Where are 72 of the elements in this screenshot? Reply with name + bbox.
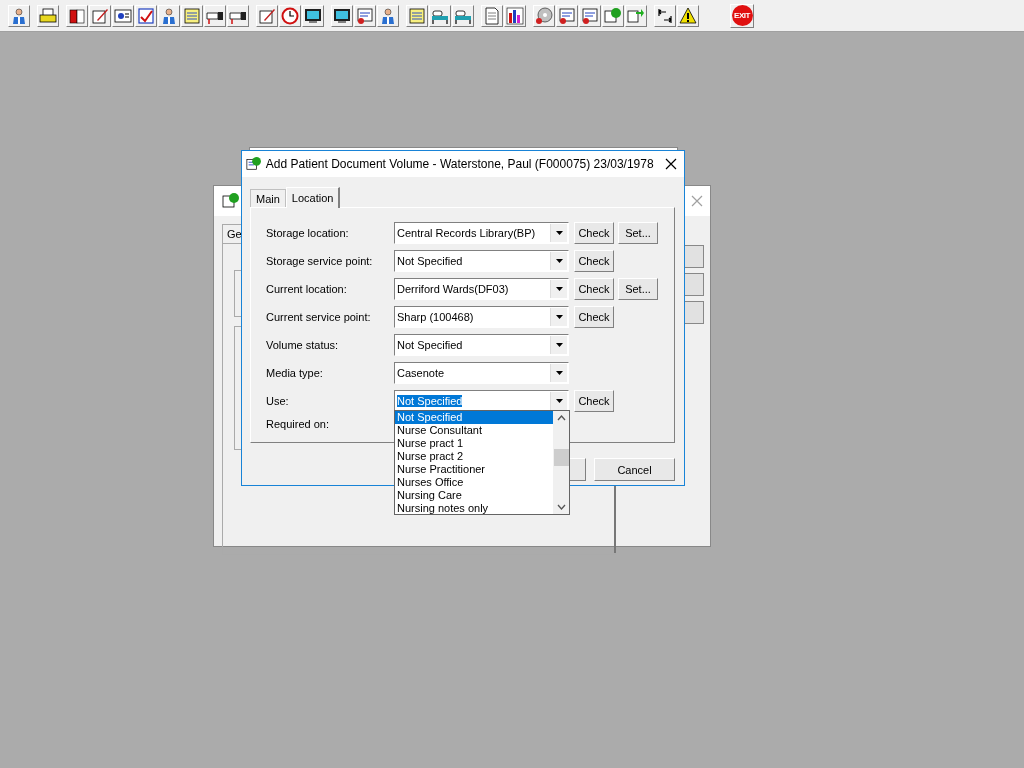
tab[interactable]: Location <box>285 187 341 208</box>
dialog-button[interactable]: Check <box>574 390 614 412</box>
toolbar-button[interactable] <box>66 4 88 27</box>
app-icon <box>246 155 262 173</box>
checklist-icon <box>137 6 155 25</box>
list-item[interactable]: Nurses Office <box>395 476 553 489</box>
field-label: Storage location: <box>266 227 350 239</box>
monitor-icon <box>304 6 322 25</box>
list-item[interactable]: Nursing Care <box>395 489 553 502</box>
field-label: Use: <box>266 395 290 407</box>
field-label: Current service point: <box>266 311 372 323</box>
list-item[interactable]: Nurse Consultant <box>395 424 553 437</box>
note-icon <box>183 6 201 25</box>
scroll-up-icon[interactable] <box>556 415 566 421</box>
toolbar-button[interactable] <box>677 4 699 27</box>
pen-icon <box>258 6 276 25</box>
combo-box[interactable]: Derriford Wards(DF03) <box>394 278 569 300</box>
form-icon <box>558 6 576 25</box>
field-label: Required on: <box>266 418 330 430</box>
document-icon <box>483 6 501 25</box>
scrollbar[interactable] <box>553 411 569 514</box>
list-item[interactable]: Nurse pract 2 <box>395 450 553 463</box>
exit-button[interactable]: EXIT <box>730 3 754 28</box>
list-item[interactable]: Nurse pract 1 <box>395 437 553 450</box>
pen-icon <box>91 6 109 25</box>
toolbar-button[interactable] <box>302 4 324 27</box>
list-item[interactable]: Nursing notes only <box>395 502 553 515</box>
scroll-down-icon[interactable] <box>556 504 566 510</box>
scrollbar-thumb[interactable] <box>553 449 569 466</box>
combo-box[interactable]: Casenote <box>394 362 569 384</box>
toolbar-button[interactable] <box>112 4 134 27</box>
combo-box[interactable]: Not Specified <box>394 250 569 272</box>
dialog-button[interactable]: Cancel <box>594 458 675 481</box>
app-icon <box>222 192 240 210</box>
combo-box[interactable]: Sharp (100468) <box>394 306 569 328</box>
list-item[interactable]: Not Specified <box>395 411 553 424</box>
dialog-button[interactable]: Set... <box>618 222 658 244</box>
disc-icon <box>535 6 553 25</box>
dialog-button[interactable]: Check <box>574 222 614 244</box>
card-icon <box>114 6 132 25</box>
combo-box[interactable]: Not Specified <box>394 334 569 356</box>
toolbar-button[interactable] <box>504 4 526 27</box>
field-label: Storage service point: <box>266 255 374 267</box>
combo-box[interactable]: Central Records Library(BP) <box>394 222 569 244</box>
clock-icon <box>281 6 299 25</box>
toolbar-button[interactable] <box>429 4 451 27</box>
book-icon <box>68 6 86 25</box>
form-icon <box>581 6 599 25</box>
dialog-button[interactable]: Set... <box>618 278 658 300</box>
printer-icon <box>39 6 57 25</box>
combo-box[interactable]: Not Specified <box>394 390 569 412</box>
dialog-button[interactable]: Check <box>574 250 614 272</box>
field-label: Volume status: <box>266 339 340 351</box>
list-item[interactable]: Nurse Practitioner <box>395 463 553 476</box>
field-label: Current location: <box>266 283 348 295</box>
warning-icon <box>679 6 697 25</box>
dialog-button[interactable]: Check <box>574 278 614 300</box>
toolbar-button[interactable] <box>452 4 474 27</box>
monitor-icon <box>333 6 351 25</box>
window-title: Add Patient Document Volume - Waterstone, Paul (F000075) 23/03/1978 <box>265 157 654 171</box>
person-icon <box>379 6 397 25</box>
tab[interactable]: Main <box>250 189 286 207</box>
close-icon <box>691 195 703 207</box>
bar-chart-icon <box>506 6 524 25</box>
close-icon <box>664 158 677 170</box>
dialog-button[interactable]: Check <box>574 306 614 328</box>
form-icon <box>356 6 374 25</box>
note-icon <box>408 6 426 25</box>
field-label: Media type: <box>266 367 324 379</box>
person-icon <box>160 6 178 25</box>
toolbar-button[interactable] <box>331 4 353 27</box>
person-icon <box>10 6 28 25</box>
